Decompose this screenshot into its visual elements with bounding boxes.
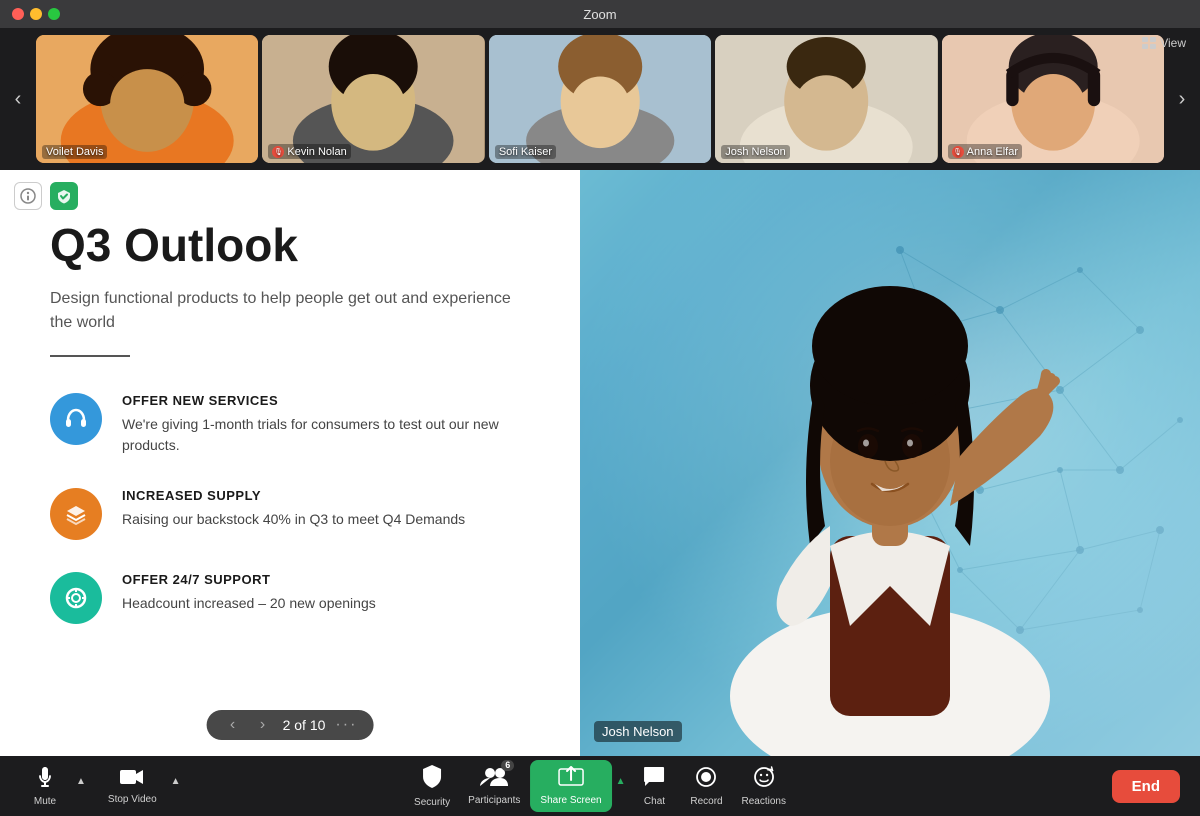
share-screen-button[interactable]: Share Screen — [530, 760, 611, 812]
services-desc: We're giving 1-month trials for consumer… — [122, 414, 530, 456]
shield-check-icon — [56, 188, 72, 204]
reactions-icon — [752, 765, 776, 793]
main-area: Q3 Outlook Design functional products to… — [0, 170, 1200, 756]
share-active-icon-button[interactable] — [50, 182, 78, 210]
presenter-figure — [680, 170, 1100, 756]
toolbar-right: End — [1112, 770, 1180, 803]
slide-item-text-services: OFFER NEW SERVICES We're giving 1-month … — [122, 393, 530, 456]
chat-label: Chat — [644, 796, 665, 807]
slide-item-support: OFFER 24/7 SUPPORT Headcount increased –… — [50, 572, 530, 624]
support-desc: Headcount increased – 20 new openings — [122, 593, 376, 614]
slide-item-supply: INCREASED SUPPLY Raising our backstock 4… — [50, 488, 530, 540]
video-panel: Josh Nelson — [580, 170, 1200, 756]
app-title: Zoom — [583, 7, 616, 22]
participant-tile-sofi[interactable]: Sofi Kaiser — [489, 35, 711, 163]
headphones-icon — [63, 406, 89, 432]
slide-page-indicator: 2 of 10 — [283, 717, 326, 733]
presenter-name-label: Josh Nelson — [594, 721, 682, 742]
slide-subtitle: Design functional products to help peopl… — [50, 287, 530, 335]
participant-tile-josh[interactable]: Josh Nelson — [715, 35, 937, 163]
support-heading: OFFER 24/7 SUPPORT — [122, 572, 376, 587]
slide-item-text-supply: INCREASED SUPPLY Raising our backstock 4… — [122, 488, 465, 530]
participants-icon: 6 — [480, 766, 508, 792]
participant-strip: ‹ Voilet Davis — [0, 28, 1200, 170]
slide-overlay-icons — [14, 182, 78, 210]
participant-bg-josh — [715, 35, 937, 163]
participant-name-voilet: Voilet Davis — [42, 145, 107, 159]
participants-count: 6 — [501, 760, 514, 771]
end-button[interactable]: End — [1112, 770, 1180, 803]
participant-name-anna: 🎙 Anna Elfar — [948, 144, 1022, 159]
participant-tile-anna[interactable]: 🎙 Anna Elfar — [942, 35, 1164, 163]
record-icon — [694, 765, 718, 793]
reactions-button[interactable]: Reactions — [733, 761, 793, 811]
supply-icon — [50, 488, 102, 540]
share-chevron[interactable]: ▲ — [614, 776, 628, 787]
chat-icon — [642, 765, 666, 793]
mute-label: Mute — [34, 796, 56, 807]
slide-nav: ‹ › 2 of 10 ··· — [207, 710, 374, 740]
slide-prev-button[interactable]: ‹ — [223, 716, 243, 734]
toolbar: Mute ▲ Stop Video ▲ Security — [0, 756, 1200, 816]
title-bar: Zoom — [0, 0, 1200, 28]
info-icon-button[interactable] — [14, 182, 42, 210]
video-chevron[interactable]: ▲ — [169, 776, 183, 787]
security-icon — [421, 764, 443, 794]
participant-name-sofi: Sofi Kaiser — [495, 145, 556, 159]
presenter-container — [680, 170, 1100, 756]
slide-panel: Q3 Outlook Design functional products to… — [0, 170, 580, 756]
info-icon — [20, 188, 36, 204]
participant-name-kevin: 🎙 Kevin Nolan — [268, 144, 350, 159]
slide-next-button[interactable]: › — [253, 716, 273, 734]
record-label: Record — [690, 796, 722, 807]
toolbar-left: Mute ▲ Stop Video ▲ — [20, 761, 183, 811]
maximize-button[interactable] — [48, 8, 60, 20]
record-button[interactable]: Record — [681, 761, 731, 811]
slide-items: OFFER NEW SERVICES We're giving 1-month … — [50, 393, 530, 624]
participants-button[interactable]: 6 Participants — [460, 762, 528, 810]
stop-video-label: Stop Video — [108, 794, 157, 805]
reactions-label: Reactions — [741, 796, 785, 807]
support-icon — [50, 572, 102, 624]
participant-name-josh: Josh Nelson — [721, 145, 790, 159]
mute-icon — [33, 765, 57, 793]
supply-desc: Raising our backstock 40% in Q3 to meet … — [122, 509, 465, 530]
slide-item-text-support: OFFER 24/7 SUPPORT Headcount increased –… — [122, 572, 376, 614]
strip-prev-button[interactable]: ‹ — [0, 28, 36, 170]
participant-tile-voilet[interactable]: Voilet Davis — [36, 35, 258, 163]
mute-button[interactable]: Mute — [20, 761, 70, 811]
security-button[interactable]: Security — [406, 760, 458, 812]
services-heading: OFFER NEW SERVICES — [122, 393, 530, 408]
share-screen-label: Share Screen — [540, 795, 601, 806]
slide-more-button[interactable]: ··· — [335, 716, 357, 734]
minimize-button[interactable] — [30, 8, 42, 20]
layers-icon — [63, 501, 89, 527]
security-label: Security — [414, 797, 450, 808]
participants-label: Participants — [468, 795, 520, 806]
close-button[interactable] — [12, 8, 24, 20]
supply-heading: INCREASED SUPPLY — [122, 488, 465, 503]
mute-chevron[interactable]: ▲ — [74, 776, 88, 787]
stop-video-button[interactable]: Stop Video — [100, 763, 165, 809]
video-icon — [119, 767, 145, 791]
services-icon — [50, 393, 102, 445]
participant-tiles: Voilet Davis 🎙 Kevin Nolan — [36, 35, 1164, 163]
toolbar-center: Security 6 Participants Shar — [406, 760, 794, 812]
participant-bg-voilet — [36, 35, 258, 163]
slide-divider — [50, 355, 130, 357]
chat-button[interactable]: Chat — [629, 761, 679, 811]
grid-icon — [1142, 37, 1156, 49]
support-circle-icon — [63, 585, 89, 611]
slide-title: Q3 Outlook — [50, 220, 530, 271]
share-screen-icon — [558, 766, 584, 792]
strip-next-button[interactable]: › — [1164, 28, 1200, 170]
window-controls[interactable] — [12, 8, 60, 20]
participant-bg-sofi — [489, 35, 711, 163]
participant-tile-kevin[interactable]: 🎙 Kevin Nolan — [262, 35, 484, 163]
slide-item-services: OFFER NEW SERVICES We're giving 1-month … — [50, 393, 530, 456]
slide-content: Q3 Outlook Design functional products to… — [0, 170, 580, 654]
